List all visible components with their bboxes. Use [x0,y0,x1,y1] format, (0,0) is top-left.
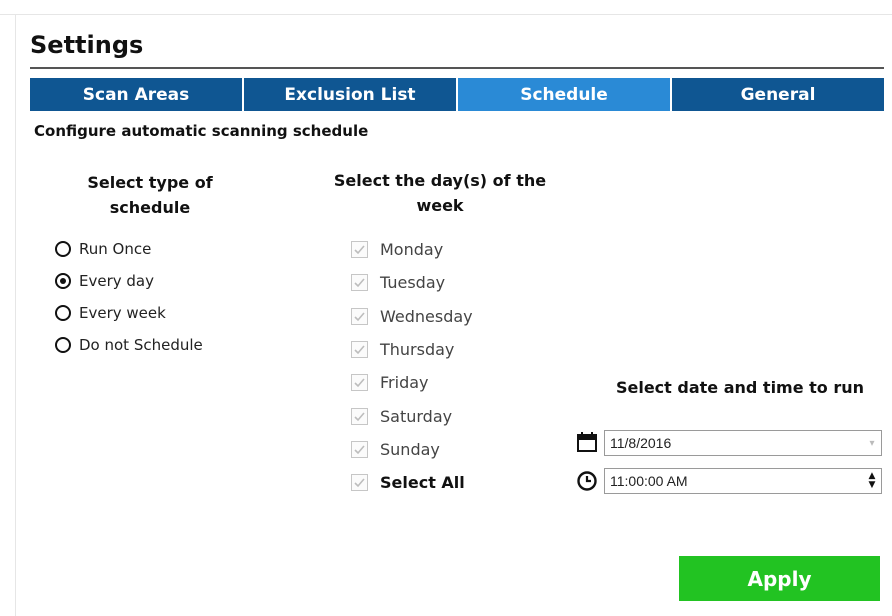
clock-icon [577,471,597,491]
frame-top-border [0,14,892,15]
frame-left-border [15,14,16,616]
radio-label: Every week [79,304,166,322]
checkbox-select-all[interactable]: Select All [351,471,465,493]
schedule-type-heading: Select type of schedule [87,173,213,217]
checkbox-monday[interactable]: Monday [351,238,443,260]
checkbox-label: Tuesday [380,272,446,292]
tab-exclusion-list[interactable]: Exclusion List [244,78,458,111]
checkbox[interactable] [351,407,368,425]
radio-label: Every day [79,272,154,290]
radio-label: Do not Schedule [79,336,203,354]
tab-bar: Scan Areas Exclusion List Schedule Gener… [30,78,884,111]
checkbox[interactable] [351,240,368,258]
checkbox-sunday[interactable]: Sunday [351,438,440,460]
date-value: 11/8/2016 [610,435,672,451]
checkbox[interactable] [351,340,368,358]
checkbox-thursday[interactable]: Thursday [351,338,454,360]
time-spinner[interactable]: ▲ ▼ [863,472,881,490]
apply-button[interactable]: Apply [679,556,880,601]
calendar-icon [577,432,597,452]
datetime-heading: Select date and time to run [615,378,865,397]
checkbox-label: Sunday [380,439,440,459]
time-value: 11:00:00 AM [610,473,688,489]
radio-button[interactable] [55,241,71,257]
days-heading: Select the day(s) of the week [333,171,547,215]
radio-run-once[interactable]: Run Once [55,238,151,260]
radio-button[interactable] [55,337,71,353]
radio-button[interactable] [55,273,71,289]
checkbox-label: Select All [380,472,465,492]
tab-scan-areas[interactable]: Scan Areas [30,78,244,111]
checkbox[interactable] [351,440,368,458]
checkbox[interactable] [351,307,368,325]
checkbox-label: Friday [380,372,429,392]
radio-label: Run Once [79,240,152,258]
section-subtitle: Configure automatic scanning schedule [34,122,369,140]
checkbox-tuesday[interactable]: Tuesday [351,271,445,293]
checkbox-label: Saturday [380,406,453,426]
time-picker[interactable]: 11:00:00 AM ▲ ▼ [604,468,882,494]
checkbox-wednesday[interactable]: Wednesday [351,305,473,327]
checkbox-label: Thursday [380,339,455,359]
checkbox-label: Wednesday [380,306,473,326]
tab-general[interactable]: General [672,78,884,111]
radio-every-week[interactable]: Every week [55,302,166,324]
chevron-down-icon[interactable]: ▼ [869,481,876,490]
title-divider [30,67,884,69]
tab-schedule[interactable]: Schedule [458,78,672,111]
date-picker[interactable]: 11/8/2016 ▾ [604,430,882,456]
radio-do-not-schedule[interactable]: Do not Schedule [55,334,203,356]
checkbox[interactable] [351,273,368,291]
checkbox-friday[interactable]: Friday [351,371,429,393]
radio-button[interactable] [55,305,71,321]
checkbox-label: Monday [380,239,444,259]
checkbox[interactable] [351,473,368,491]
checkbox-saturday[interactable]: Saturday [351,405,452,427]
checkbox[interactable] [351,373,368,391]
page-title: Settings [30,31,144,59]
radio-every-day[interactable]: Every day [55,270,154,292]
chevron-down-icon[interactable]: ▾ [863,438,881,449]
